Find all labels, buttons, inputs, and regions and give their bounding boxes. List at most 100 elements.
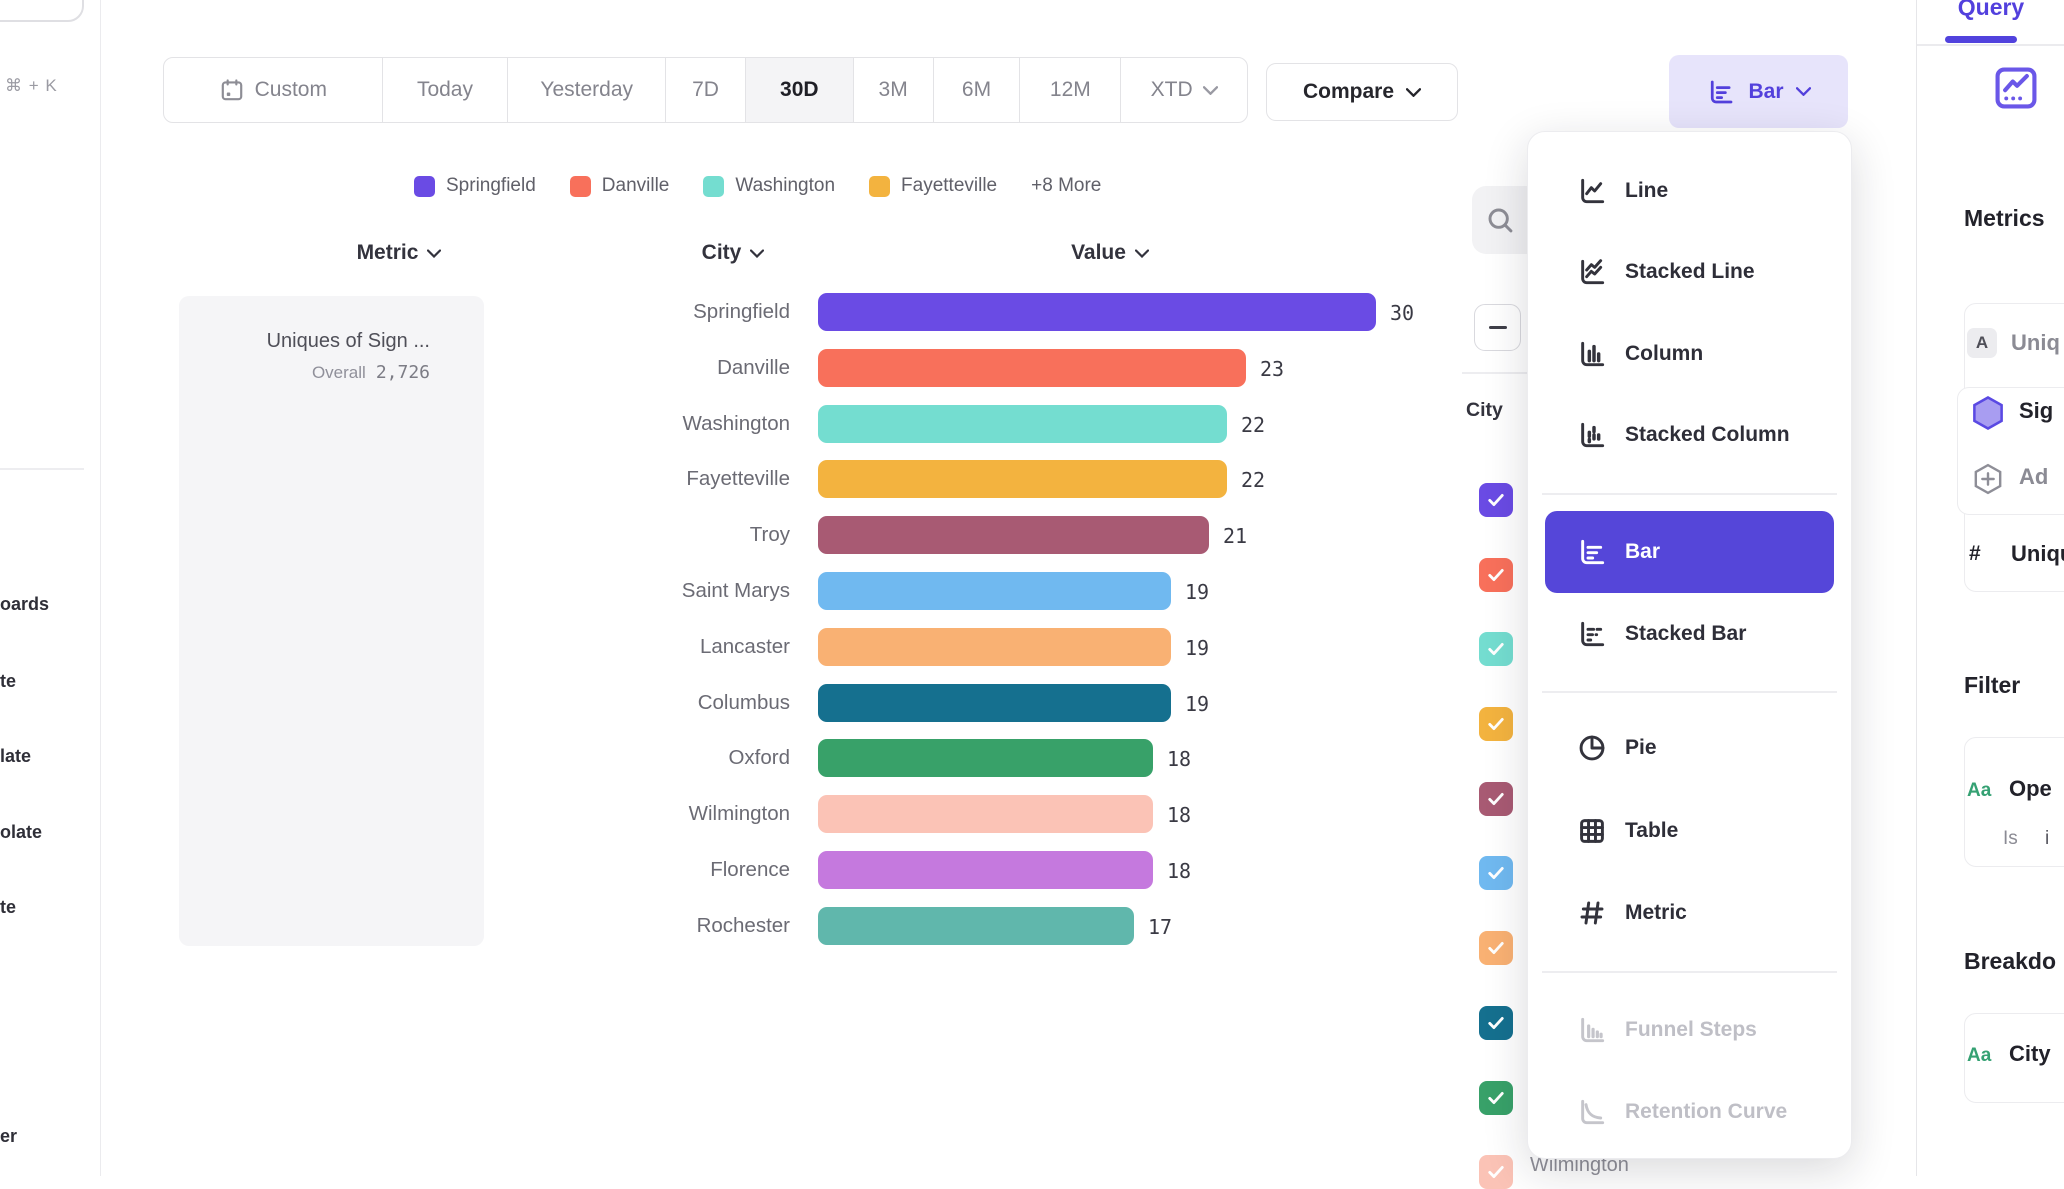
menu-label: Retention Curve (1625, 1100, 1787, 1124)
menu-divider (1542, 493, 1837, 495)
bar-category-label: Saint Marys (440, 572, 790, 610)
row-checkbox-oxford[interactable] (1479, 1081, 1513, 1115)
bar[interactable] (818, 684, 1171, 722)
legend-item-fayetteville[interactable]: Fayetteville (869, 175, 997, 197)
compare-button[interactable]: Compare (1266, 63, 1458, 121)
bar[interactable] (818, 907, 1134, 945)
legend-more[interactable]: +8 More (1031, 175, 1101, 197)
sidebar-item-5[interactable]: er (0, 1126, 17, 1147)
bar-value: 22 (1241, 405, 1265, 443)
sidebar-item-2[interactable]: late (0, 746, 31, 767)
range-3m[interactable]: 3M (854, 58, 934, 122)
row-checkbox-saint-marys[interactable] (1479, 856, 1513, 890)
check-icon (1486, 789, 1506, 809)
menu-item-pie[interactable]: Pie (1528, 725, 1851, 771)
sidebar-item-4[interactable]: te (0, 897, 16, 918)
menu-item-bar[interactable]: Bar (1545, 511, 1834, 593)
legend-item-washington[interactable]: Washington (703, 175, 835, 197)
menu-label: Line (1625, 179, 1668, 203)
legend-item-springfield[interactable]: Springfield (414, 175, 536, 197)
bar[interactable] (818, 739, 1153, 777)
bar-category-label: Wilmington (440, 795, 790, 833)
menu-item-table[interactable]: Table (1528, 808, 1851, 854)
menu-item-funnel-steps: Funnel Steps (1528, 1007, 1851, 1053)
column-header-city[interactable]: City (633, 238, 833, 268)
menu-item-stacked-line[interactable]: Stacked Line (1528, 249, 1851, 295)
hash-icon (1576, 897, 1608, 929)
row-checkbox-lancaster[interactable] (1479, 931, 1513, 965)
bar-value: 19 (1185, 628, 1209, 666)
bar[interactable] (818, 405, 1227, 443)
row-checkbox-danville[interactable] (1479, 558, 1513, 592)
bar-value: 18 (1167, 795, 1191, 833)
range-6m[interactable]: 6M (934, 58, 1021, 122)
header-label: Metric (357, 241, 419, 265)
range-12m[interactable]: 12M (1020, 58, 1121, 122)
bar[interactable] (818, 516, 1209, 554)
column-header-value[interactable]: Value (1010, 238, 1210, 268)
row-checkbox-fayetteville[interactable] (1479, 707, 1513, 741)
metric-overall: Overall2,726 (199, 362, 430, 383)
legend-swatch (414, 176, 435, 197)
search-shortcut-hint: ⌘ + K (5, 76, 58, 96)
sidebar-item-1[interactable]: te (0, 671, 16, 692)
bar-value: 18 (1167, 851, 1191, 889)
filter-property-label[interactable]: Ope (2009, 776, 2052, 802)
hash-prefix: # (1969, 542, 1981, 566)
menu-item-retention-curve: Retention Curve (1528, 1089, 1851, 1135)
row-checkbox-troy[interactable] (1479, 782, 1513, 816)
header-label: City (702, 241, 742, 265)
legend-item-danville[interactable]: Danville (570, 175, 670, 197)
bar[interactable] (818, 293, 1376, 331)
collapse-button[interactable] (1474, 304, 1521, 351)
row-checkbox-springfield[interactable] (1479, 483, 1513, 517)
bar-row-troy: Troy 21 (440, 516, 1690, 554)
letter-a-badge: A (1967, 328, 1997, 358)
tab-query[interactable]: Query (1917, 0, 2064, 21)
row-checkbox-washington[interactable] (1479, 632, 1513, 666)
insights-chart-icon[interactable] (1990, 62, 2042, 114)
calendar-icon (219, 77, 245, 103)
sidebar-item-3[interactable]: olate (0, 822, 42, 843)
row-checkbox-wilmington[interactable] (1479, 1155, 1513, 1189)
range-custom[interactable]: Custom (164, 58, 383, 122)
breakdown-property-label[interactable]: City (2009, 1041, 2051, 1067)
global-search-box[interactable] (0, 0, 84, 22)
range-label: Today (417, 78, 473, 102)
add-metric-label[interactable]: Ad (2019, 464, 2048, 490)
range-7d[interactable]: 7D (666, 58, 746, 122)
bar-category-label: Florence (440, 851, 790, 889)
metric-aggregation-label[interactable]: Uniq (2011, 330, 2060, 356)
metrics-heading: Metrics (1964, 205, 2045, 232)
metric-formula-label[interactable]: Uniqu (2011, 541, 2064, 567)
menu-item-stacked-bar[interactable]: Stacked Bar (1528, 611, 1851, 657)
bar[interactable] (818, 851, 1153, 889)
overall-label: Overall (312, 363, 366, 382)
left-nav-rail: ⌘ + K oards te late olate te er (0, 0, 101, 1176)
menu-item-line[interactable]: Line (1528, 168, 1851, 214)
chart-type-button[interactable]: Bar (1669, 55, 1848, 128)
range-xtd[interactable]: XTD (1121, 58, 1247, 122)
filter-value[interactable]: i (2045, 828, 2049, 850)
sidebar-item-boards[interactable]: oards (0, 594, 49, 615)
range-yesterday[interactable]: Yesterday (508, 58, 666, 122)
bar[interactable] (818, 349, 1246, 387)
header-label: Value (1071, 241, 1126, 265)
menu-item-metric[interactable]: Metric (1528, 890, 1851, 936)
filter-operator[interactable]: Is (2003, 828, 2018, 850)
metric-event-label[interactable]: Sig (2019, 398, 2053, 424)
range-today[interactable]: Today (383, 58, 509, 122)
range-30d[interactable]: 30D (746, 58, 854, 122)
menu-item-stacked-column[interactable]: Stacked Column (1528, 412, 1851, 458)
add-event-hexagon-icon[interactable] (1971, 462, 2005, 496)
bar[interactable] (818, 460, 1227, 498)
column-header-metric[interactable]: Metric (299, 238, 499, 268)
bar[interactable] (818, 572, 1171, 610)
bar[interactable] (818, 795, 1153, 833)
row-checkbox-columbus[interactable] (1479, 1006, 1513, 1040)
bar[interactable] (818, 628, 1171, 666)
check-icon (1486, 938, 1506, 958)
menu-item-column[interactable]: Column (1528, 331, 1851, 377)
range-label: 12M (1050, 78, 1091, 102)
metric-card[interactable]: Uniques of Sign ... Overall2,726 (179, 296, 484, 946)
